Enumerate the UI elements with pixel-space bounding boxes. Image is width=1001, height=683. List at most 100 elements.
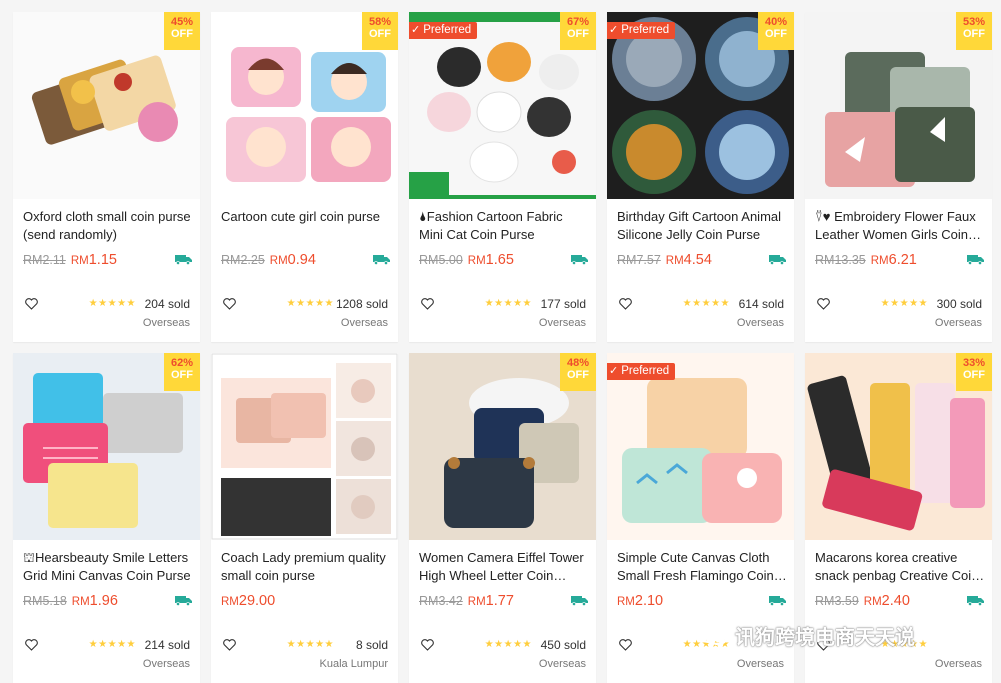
wechat-logo-icon xyxy=(697,624,729,646)
product-title[interactable]: Women Camera Eiffel Tower High Wheel Let… xyxy=(419,549,589,585)
heart-icon[interactable] xyxy=(421,298,434,310)
price-row: RM3.59 RM2.40 xyxy=(815,593,985,613)
sold-count: 8 sold xyxy=(355,638,388,652)
discount-badge: 62% OFF xyxy=(164,353,200,391)
price-row: RM3.42 RM1.77 xyxy=(419,593,589,613)
heart-icon[interactable] xyxy=(25,639,38,651)
free-shipping-icon xyxy=(769,596,786,606)
heart-icon[interactable] xyxy=(223,298,236,310)
heart-icon[interactable] xyxy=(25,298,38,310)
current-price: RM1.15 xyxy=(71,252,117,268)
sold-count: 204 sold xyxy=(144,297,190,311)
product-card[interactable]: 67% OFF ✓ Preferred 🌢Fashion Cartoon Fabric … xyxy=(409,12,596,342)
product-card[interactable]: Coach Lady premium quality small coin pu… xyxy=(211,353,398,683)
sold-count: 214 sold xyxy=(144,638,190,652)
product-card[interactable]: 62% OFF ⛫Hearsbeauty Smile Letters Grid Mi… xyxy=(13,353,200,683)
star-rating: ★★★★★ xyxy=(880,298,928,309)
preferred-badge: ✓ Preferred xyxy=(409,22,478,39)
current-price: RM29.00 xyxy=(221,593,275,609)
product-title[interactable]: Macarons korea creative snack penbag Cre… xyxy=(815,549,985,585)
heart-icon[interactable] xyxy=(223,639,236,651)
current-price: RM1.65 xyxy=(468,252,514,268)
current-price: RM1.77 xyxy=(468,593,514,609)
discount-badge: 53% OFF xyxy=(956,12,992,50)
price-value: 1.77 xyxy=(485,593,514,609)
product-card[interactable]: 58% OFF Cartoon cute girl coin purse RM2.25… xyxy=(211,12,398,342)
original-price: RM13.35 xyxy=(815,253,866,267)
currency-label: RM xyxy=(467,255,486,267)
current-price: RM4.54 xyxy=(666,252,712,268)
price-value: 2.10 xyxy=(634,593,664,609)
heart-icon[interactable] xyxy=(619,298,632,310)
price-row: RM2.25 RM0.94 xyxy=(221,252,391,272)
star-rating: ★★★★★ xyxy=(88,639,136,650)
product-title[interactable]: Birthday Gift Cartoon Animal Silicone Je… xyxy=(617,208,787,244)
check-icon: ✓ xyxy=(609,365,619,377)
original-price: RM3.59 xyxy=(815,594,859,608)
product-title[interactable]: ⍢♥ Embroidery Flower Faux Leather Women … xyxy=(815,208,985,244)
currency-label: RM xyxy=(617,596,635,608)
discount-percent: 53% xyxy=(962,16,986,28)
discount-percent: 45% xyxy=(170,16,194,28)
star-rating: ★★★★★ xyxy=(88,298,136,309)
current-price: RM2.10 xyxy=(617,593,663,609)
free-shipping-icon xyxy=(571,596,588,606)
price-row: RM7.57 RM4.54 xyxy=(617,252,787,272)
discount-off-label: OFF xyxy=(963,28,985,40)
price-row: RM2.10 xyxy=(617,593,787,613)
preferred-label: Preferred xyxy=(621,365,670,377)
current-price: RM0.94 xyxy=(270,252,316,268)
discount-badge: 33% OFF xyxy=(956,353,992,391)
product-card[interactable]: 45% OFF Oxford cloth small coin purse (sen… xyxy=(13,12,200,342)
original-price: RM2.25 xyxy=(221,253,265,267)
price-row: RM2.11 RM1.15 xyxy=(23,252,193,272)
currency-label: RM xyxy=(467,596,486,608)
product-title[interactable]: Simple Cute Canvas Cloth Small Fresh Fla… xyxy=(617,549,787,585)
product-image[interactable] xyxy=(607,353,794,540)
discount-percent: 58% xyxy=(368,16,392,28)
product-card[interactable]: 48% OFF Women Camera Eiffel Tower High Whe… xyxy=(409,353,596,683)
discount-off-label: OFF xyxy=(765,28,787,40)
shop-location: Overseas xyxy=(340,317,388,329)
currency-label: RM xyxy=(221,596,239,608)
currency-label: RM xyxy=(870,255,889,267)
shop-location: Overseas xyxy=(142,658,190,670)
original-price: RM3.42 xyxy=(419,594,463,608)
product-title[interactable]: Coach Lady premium quality small coin pu… xyxy=(221,549,391,585)
star-rating: ★★★★★ xyxy=(682,298,730,309)
preferred-label: Preferred xyxy=(621,24,670,36)
product-title[interactable]: 🌢Fashion Cartoon Fabric Mini Cat Coin Pu… xyxy=(419,208,589,244)
product-title[interactable]: ⛫Hearsbeauty Smile Letters Grid Mini Can… xyxy=(23,549,193,585)
original-price: RM5.00 xyxy=(419,253,463,267)
product-title[interactable]: Oxford cloth small coin purse (send rand… xyxy=(23,208,193,244)
currency-label: RM xyxy=(665,255,684,267)
discount-percent: 48% xyxy=(566,357,590,369)
discount-off-label: OFF xyxy=(171,369,193,381)
free-shipping-icon xyxy=(967,596,984,606)
star-rating: ★★★★★ xyxy=(286,639,334,650)
preferred-label: Preferred xyxy=(423,24,472,36)
currency-label: RM xyxy=(269,255,288,267)
shop-location: Overseas xyxy=(934,658,982,670)
product-image[interactable] xyxy=(211,353,398,540)
sold-count: 177 sold xyxy=(540,297,586,311)
check-icon: ✓ xyxy=(411,24,421,36)
price-row: RM29.00 xyxy=(221,593,391,613)
preferred-badge: ✓ Preferred xyxy=(607,22,676,39)
product-title[interactable]: Cartoon cute girl coin purse xyxy=(221,208,391,244)
currency-label: RM xyxy=(71,596,90,608)
product-card[interactable]: 40% OFF ✓ Preferred Birthday Gift Cartoon An… xyxy=(607,12,794,342)
discount-off-label: OFF xyxy=(963,369,985,381)
discount-percent: 67% xyxy=(566,16,590,28)
heart-icon[interactable] xyxy=(817,298,830,310)
shop-location: Overseas xyxy=(538,658,586,670)
price-row: RM13.35 RM6.21 xyxy=(815,252,985,272)
product-card[interactable]: 53% OFF ⍢♥ Embroidery Flower Faux Leather … xyxy=(805,12,992,342)
heart-icon[interactable] xyxy=(421,639,434,651)
discount-off-label: OFF xyxy=(171,28,193,40)
heart-icon[interactable] xyxy=(619,639,632,651)
current-price: RM1.96 xyxy=(72,593,118,609)
original-price: RM5.18 xyxy=(23,594,67,608)
free-shipping-icon xyxy=(175,596,192,606)
free-shipping-icon xyxy=(571,255,588,265)
